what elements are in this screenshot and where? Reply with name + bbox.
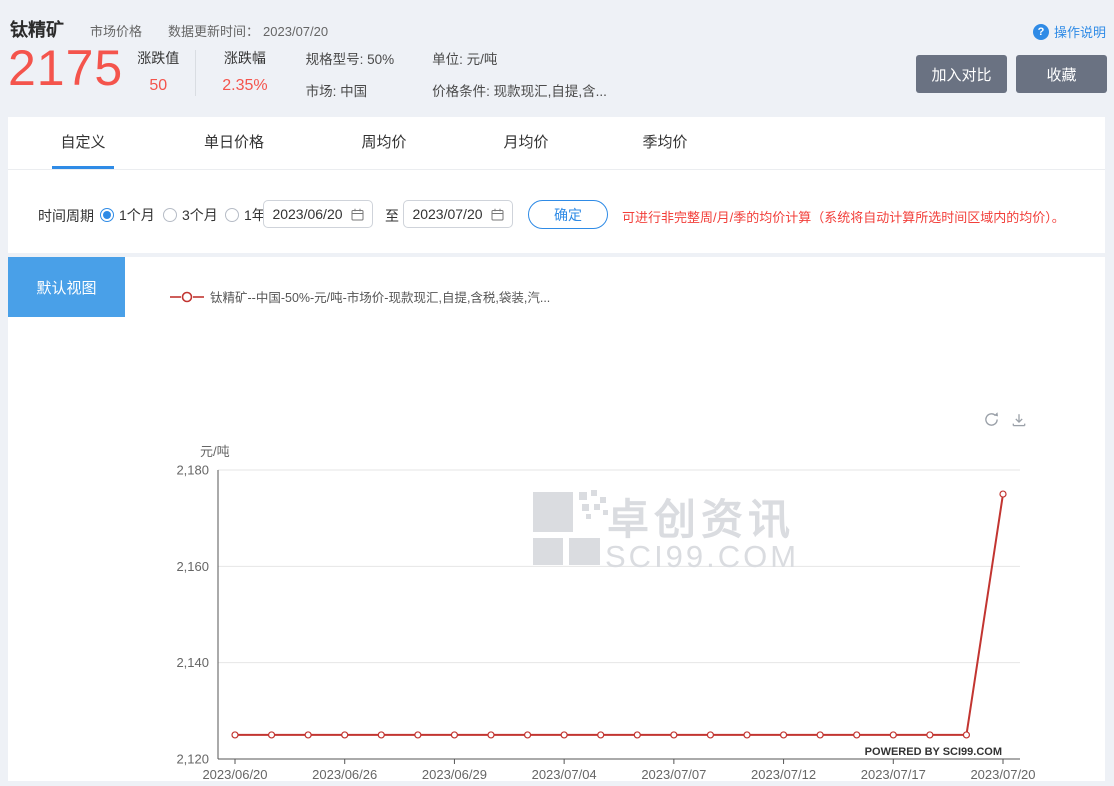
- svg-text:2023/07/07: 2023/07/07: [641, 767, 706, 781]
- vertical-divider: [195, 50, 196, 96]
- change-pct-block: 涨跌幅 2.35%: [222, 40, 267, 95]
- question-icon: ?: [1033, 24, 1049, 40]
- help-label: 操作说明: [1054, 22, 1106, 41]
- legend-line-marker-icon: [170, 291, 204, 303]
- chart-canvas[interactable]: 2,120 2,140 2,160 2,180 卓创资讯SCI99.COM 2023/06…: [170, 400, 1110, 781]
- help-link[interactable]: ? 操作说明: [1033, 22, 1106, 41]
- svg-text:POWERED BY SCI99.COM: POWERED BY SCI99.COM: [865, 746, 1002, 758]
- svg-text:2023/07/17: 2023/07/17: [861, 767, 926, 781]
- start-date-value: 2023/06/20: [272, 206, 342, 222]
- calendar-icon: [491, 208, 504, 221]
- title-row: 钛精矿 市场价格 数据更新时间： 2023/07/20: [10, 16, 328, 42]
- change-value-label: 涨跌值: [137, 48, 179, 68]
- page-header: 钛精矿 市场价格 数据更新时间： 2023/07/20 ? 操作说明 2175 涨…: [0, 0, 1114, 117]
- svg-text:2,180: 2,180: [176, 463, 209, 478]
- add-compare-button[interactable]: 加入对比: [916, 55, 1007, 93]
- confirm-button[interactable]: 确定: [528, 200, 608, 229]
- content-card: 自定义 单日价格 周均价 月均价 季均价 时间周期 1个月 3个月 1年 202…: [8, 117, 1105, 781]
- default-view-button[interactable]: 默认视图: [8, 257, 125, 317]
- to-label: 至: [385, 206, 399, 226]
- radio-icon: [100, 208, 114, 222]
- update-time-label: 数据更新时间：: [168, 24, 259, 39]
- page-title: 钛精矿: [10, 16, 64, 42]
- tab-bar: 自定义 单日价格 周均价 月均价 季均价: [8, 117, 1105, 170]
- chart-legend[interactable]: 钛精矿--中国-50%-元/吨-市场价-现款现汇,自提,含税,袋装,汽...: [170, 287, 550, 306]
- svg-text:2023/06/26: 2023/06/26: [312, 767, 377, 781]
- tab-quarterly-avg[interactable]: 季均价: [622, 117, 708, 169]
- tab-monthly-avg[interactable]: 月均价: [483, 117, 569, 169]
- section-divider: [8, 253, 1105, 257]
- tab-weekly-avg[interactable]: 周均价: [341, 117, 427, 169]
- radio-label: 1个月: [119, 205, 155, 225]
- svg-text:2023/07/20: 2023/07/20: [970, 767, 1035, 781]
- price-summary: 2175 涨跌值 50 涨跌幅 2.35% 规格型号: 50% 市场: 中国 单…: [8, 40, 607, 112]
- end-date-value: 2023/07/20: [412, 206, 482, 222]
- radio-icon: [163, 208, 177, 222]
- svg-text:2,140: 2,140: [176, 655, 209, 670]
- radio-1-month[interactable]: 1个月: [100, 205, 155, 225]
- change-value-block: 涨跌值 50: [137, 40, 179, 95]
- period-label: 时间周期: [38, 206, 94, 226]
- radio-icon: [225, 208, 239, 222]
- spec-model: 规格型号: 50%: [306, 48, 395, 68]
- tab-custom[interactable]: 自定义: [39, 117, 127, 169]
- legend-label: 钛精矿--中国-50%-元/吨-市场价-现款现汇,自提,含税,袋装,汽...: [210, 287, 550, 306]
- start-date-input[interactable]: 2023/06/20: [263, 200, 373, 228]
- spec-market: 市场: 中国: [306, 80, 395, 100]
- radio-1-year[interactable]: 1年: [225, 205, 266, 225]
- spec-column-2: 单位: 元/吨 价格条件: 现款现汇,自提,含...: [432, 40, 607, 112]
- end-date-input[interactable]: 2023/07/20: [403, 200, 513, 228]
- svg-text:卓创资讯: 卓创资讯: [607, 496, 795, 543]
- radio-label: 3个月: [182, 205, 218, 225]
- update-time: 数据更新时间： 2023/07/20: [168, 21, 328, 40]
- market-price-label: 市场价格: [90, 21, 142, 40]
- filter-row: 时间周期 1个月 3个月 1年 2023/06/20 至 2023/07/20: [8, 170, 1105, 253]
- svg-text:2023/07/04: 2023/07/04: [532, 767, 597, 781]
- change-pct-label: 涨跌幅: [222, 48, 267, 68]
- svg-text:2023/07/12: 2023/07/12: [751, 767, 816, 781]
- update-time-value: 2023/07/20: [263, 24, 328, 39]
- calendar-icon: [351, 208, 364, 221]
- tab-daily-price[interactable]: 单日价格: [186, 117, 282, 169]
- favorite-button[interactable]: 收藏: [1016, 55, 1107, 93]
- price-line-chart[interactable]: 2,120 2,140 2,160 2,180 卓创资讯SCI99.COM 2023/06…: [170, 400, 1110, 781]
- svg-text:SCI99.COM: SCI99.COM: [605, 539, 799, 574]
- spec-unit: 单位: 元/吨: [432, 48, 607, 68]
- change-value: 50: [137, 77, 179, 95]
- svg-text:2,160: 2,160: [176, 559, 209, 574]
- svg-text:元/吨: 元/吨: [200, 444, 230, 459]
- svg-text:2,120: 2,120: [176, 752, 209, 767]
- spec-column-1: 规格型号: 50% 市场: 中国: [306, 40, 395, 112]
- average-hint-text: 可进行非完整周/月/季的均价计算（系统将自动计算所选时间区域内的均价）。: [622, 207, 1065, 226]
- change-pct: 2.35%: [222, 77, 267, 95]
- current-price: 2175: [8, 40, 123, 96]
- svg-text:2023/06/29: 2023/06/29: [422, 767, 487, 781]
- radio-3-month[interactable]: 3个月: [163, 205, 218, 225]
- svg-text:2023/06/20: 2023/06/20: [202, 767, 267, 781]
- spec-condition: 价格条件: 现款现汇,自提,含...: [432, 80, 607, 100]
